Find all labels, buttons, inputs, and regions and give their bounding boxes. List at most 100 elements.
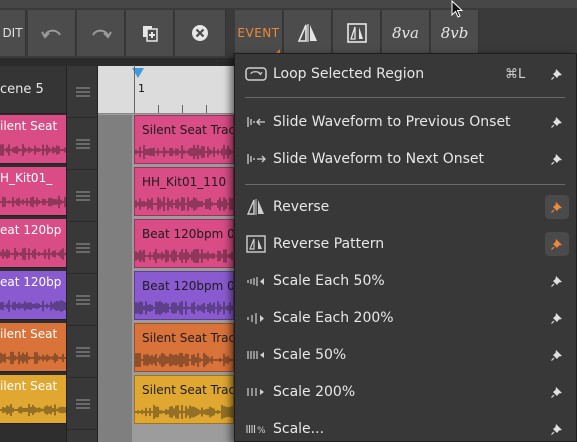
reverse-icon [297, 24, 317, 42]
list-icon [76, 138, 90, 149]
scene-clip[interactable]: eat 120bp [0, 271, 66, 320]
svg-text:%: % [257, 426, 266, 436]
waveform [135, 144, 233, 160]
scene-clip[interactable]: ilent Seat [0, 323, 66, 372]
scene-column: cene 5 ilent Seat H_Kit01_ eat 120bp eat… [0, 66, 66, 442]
clip-launch-control[interactable] [67, 326, 99, 378]
list-icon [76, 346, 90, 357]
scale-each-50-icon [247, 277, 264, 286]
menu-item-label: Scale 50% [273, 347, 347, 363]
scene-clip[interactable]: H_Kit01_ [0, 167, 66, 216]
ruler-tick [206, 105, 207, 113]
scene-launch-control[interactable] [67, 66, 99, 118]
menu-item-loop-selected-region[interactable]: Loop Selected Region ⌘L [235, 56, 576, 92]
menu-item-label: Reverse Pattern [273, 236, 385, 252]
list-icon [76, 294, 90, 305]
menu-item-label: Reverse [273, 199, 330, 215]
menu-item-reverse[interactable]: Reverse [235, 189, 576, 225]
pin-button-active[interactable] [545, 232, 569, 256]
waveform [0, 300, 66, 312]
reverse-pattern-toolbar-button[interactable] [333, 10, 381, 56]
mouse-cursor-icon [451, 0, 464, 18]
clip-launch-control[interactable] [67, 378, 99, 430]
menu-item-label: Scale Each 200% [273, 310, 394, 326]
menu-item-label: Scale... [273, 421, 325, 437]
timeline-clip[interactable]: Silent Seat Trac [134, 375, 234, 424]
edit-button[interactable]: DIT [0, 10, 26, 56]
waveform [0, 195, 66, 209]
undo-button[interactable] [28, 10, 76, 56]
pin-button[interactable] [545, 380, 569, 404]
timeline-clip-label: Beat 120bpm 0 [142, 227, 234, 241]
pin-button[interactable] [545, 110, 569, 134]
scene-clip-label: ilent Seat [0, 327, 58, 341]
waveform [0, 351, 66, 365]
reverse-icon [246, 199, 264, 215]
waveform [0, 403, 66, 417]
menu-item-scale-each-200[interactable]: Scale Each 200% [235, 300, 576, 336]
pin-button[interactable] [545, 269, 569, 293]
scene-clip[interactable]: eat 120bp [0, 219, 66, 268]
toolbar-top-strip [0, 0, 577, 8]
timeline-left-margin [98, 115, 132, 442]
reverse-toolbar-button[interactable] [284, 10, 332, 56]
menu-item-scale-200[interactable]: Scale 200% [235, 374, 576, 410]
list-icon [76, 86, 90, 97]
timeline-clip[interactable]: Silent Seat Trac [134, 115, 234, 164]
menu-item-scale-each-50[interactable]: Scale Each 50% [235, 263, 576, 299]
pin-icon [551, 276, 562, 287]
pin-button-active[interactable] [545, 195, 569, 219]
redo-button[interactable] [77, 10, 125, 56]
scene-header[interactable]: cene 5 [0, 66, 66, 114]
event-button-label: EVENT [237, 26, 280, 40]
pin-button[interactable] [545, 147, 569, 171]
octave-up-button[interactable]: 8va [382, 10, 430, 56]
pin-icon [551, 239, 562, 250]
waveform [0, 247, 66, 261]
pin-icon [551, 350, 562, 361]
menu-item-slide-previous-onset[interactable]: Slide Waveform to Previous Onset [235, 104, 576, 140]
list-icon [76, 190, 90, 201]
redo-icon [91, 29, 112, 39]
menu-item-scale-custom[interactable]: % Scale... [235, 411, 576, 442]
pin-icon [551, 117, 562, 128]
event-menu-button[interactable]: EVENT [235, 10, 283, 56]
top-toolbar: DIT EVENT 8va 8vb [0, 0, 577, 58]
event-dropdown-menu: Loop Selected Region ⌘L Slide Waveform t… [234, 53, 577, 442]
scene-clip-label: eat 120bp [0, 275, 62, 289]
duplicate-button[interactable] [126, 10, 174, 56]
pin-icon [551, 69, 562, 80]
pin-icon [551, 424, 562, 435]
menu-item-scale-50[interactable]: Scale 50% [235, 337, 576, 373]
menu-item-slide-next-onset[interactable]: Slide Waveform to Next Onset [235, 141, 576, 177]
pin-icon [551, 154, 562, 165]
pin-button[interactable] [545, 62, 569, 86]
pin-button[interactable] [545, 343, 569, 367]
timeline-clip-label: Beat 120bpm 0 [142, 279, 234, 293]
scene-clip-label: ilent Seat [0, 379, 58, 393]
waveform [0, 144, 66, 156]
scene-clip[interactable]: ilent Seat [0, 115, 66, 164]
clip-launch-control[interactable] [67, 222, 99, 274]
list-icon [76, 242, 90, 253]
reverse-pattern-icon [346, 23, 367, 43]
timeline-clip[interactable]: HH_Kit01_110 [134, 167, 234, 216]
waveform [135, 196, 233, 212]
pin-button[interactable] [545, 417, 569, 441]
timeline-clip[interactable]: Beat 120bpm 0 [134, 271, 234, 320]
timeline-clip-label: Silent Seat Trac [142, 383, 234, 397]
menu-item-label: Loop Selected Region [273, 66, 425, 82]
timeline-clip[interactable]: Silent Seat Trac [134, 323, 234, 372]
scene-clip[interactable]: ilent Seat [0, 375, 66, 424]
clip-launch-control[interactable] [67, 118, 99, 170]
pin-icon [551, 313, 562, 324]
menu-item-reverse-pattern[interactable]: Reverse Pattern [235, 226, 576, 262]
delete-button[interactable] [175, 10, 226, 56]
clip-launch-control[interactable] [67, 170, 99, 222]
ruler-tick [158, 105, 159, 113]
pin-button[interactable] [545, 306, 569, 330]
clip-launch-control[interactable] [67, 274, 99, 326]
timeline-clip[interactable]: Beat 120bpm 0 [134, 219, 234, 268]
edit-button-label: DIT [2, 26, 23, 40]
scale-200-icon [247, 388, 264, 396]
